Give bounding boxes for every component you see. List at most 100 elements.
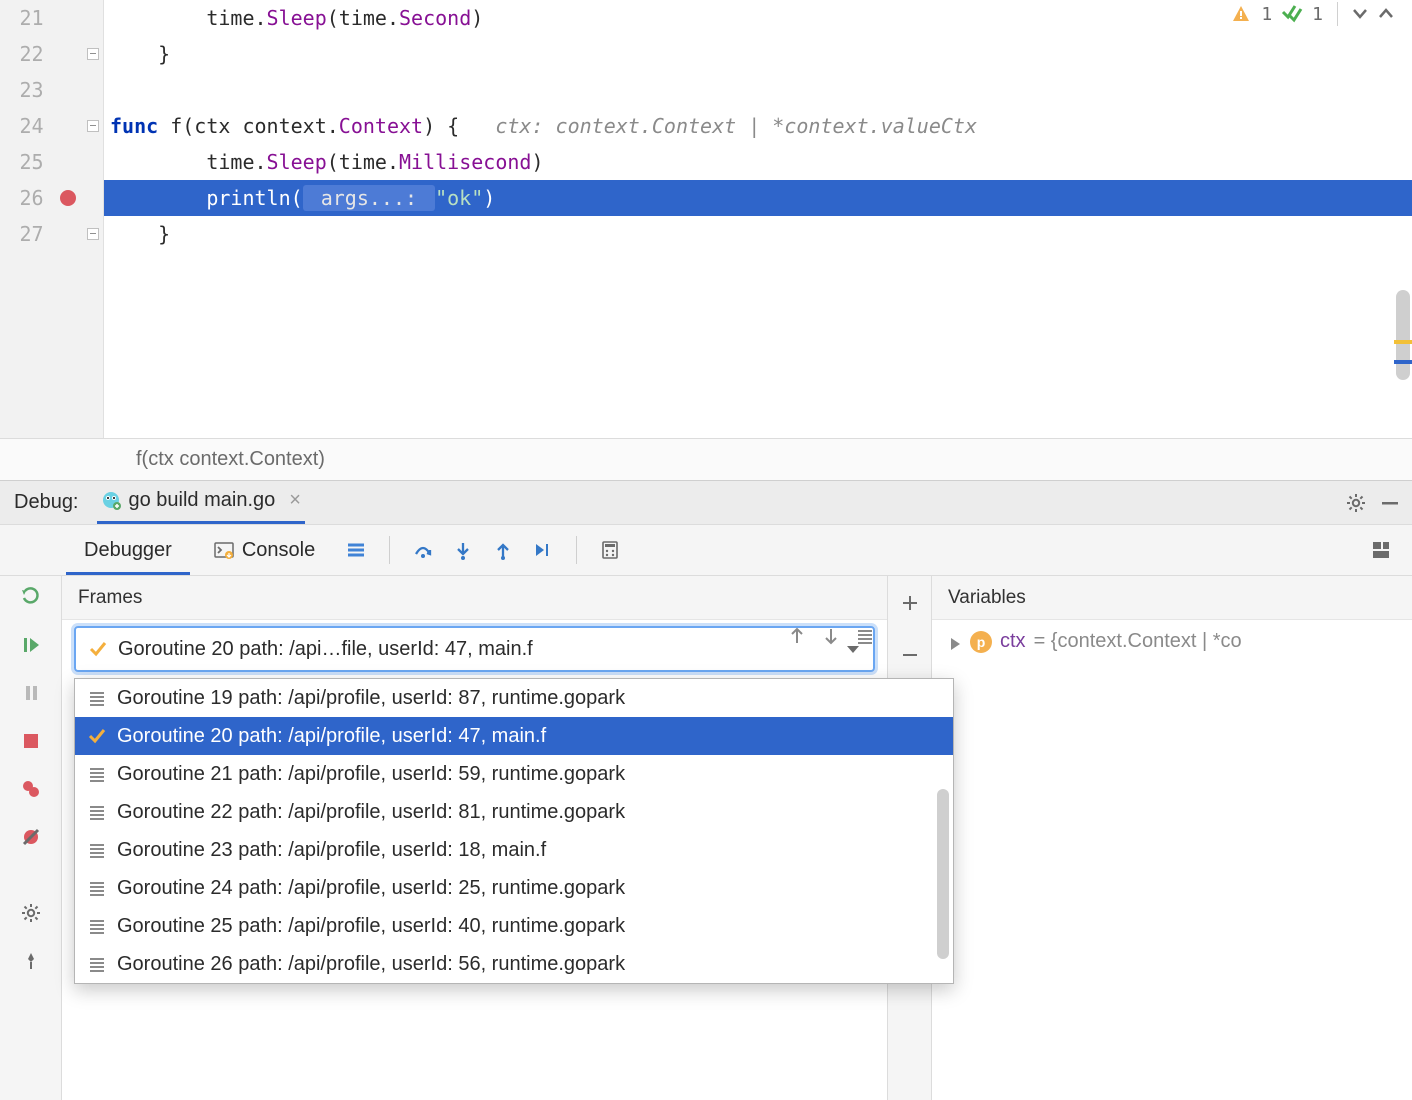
goroutine-option[interactable]: Goroutine 23 path: /api/profile, userId:… xyxy=(75,831,953,869)
code-line[interactable]: println( args...: "ok") xyxy=(104,180,1412,216)
threads-button[interactable] xyxy=(339,533,373,567)
run-to-cursor-icon xyxy=(533,540,553,560)
checkmark-icon xyxy=(87,726,107,746)
stack-icon xyxy=(87,688,107,708)
fold-icon[interactable] xyxy=(87,48,99,60)
breakpoint-icon[interactable] xyxy=(60,190,76,206)
rerun-icon xyxy=(21,587,41,607)
breakpoints-button[interactable] xyxy=(14,772,48,806)
pass-count: 1 xyxy=(1312,4,1323,25)
run-config-tab[interactable]: go build main.go × xyxy=(97,481,305,524)
line-number: 27 xyxy=(0,216,50,252)
layout-icon xyxy=(1371,540,1391,560)
gopher-icon xyxy=(101,490,121,510)
stack-icon xyxy=(87,840,107,860)
step-into-button[interactable] xyxy=(446,533,480,567)
checkmark-icon xyxy=(1282,4,1302,24)
dropdown-scrollbar[interactable] xyxy=(937,789,949,959)
breakpoint-gutter[interactable] xyxy=(50,190,88,206)
goroutine-option[interactable]: Goroutine 25 path: /api/profile, userId:… xyxy=(75,907,953,945)
next-frame-button[interactable] xyxy=(821,626,841,646)
expand-icon[interactable] xyxy=(946,634,962,650)
inspection-widget[interactable]: 1 1 xyxy=(1231,2,1394,26)
pause-icon xyxy=(21,683,41,703)
calculator-icon xyxy=(600,540,620,560)
stack-icon xyxy=(87,802,107,822)
goroutine-option[interactable]: Goroutine 20 path: /api/profile, userId:… xyxy=(75,717,953,755)
code-line[interactable]: time.Sleep(time.Second) xyxy=(104,0,1412,36)
fold-icon[interactable] xyxy=(87,120,99,132)
step-into-icon xyxy=(453,540,473,560)
code-line[interactable]: time.Sleep(time.Millisecond) xyxy=(104,144,1412,180)
frame-filter-button[interactable] xyxy=(855,626,875,646)
resume-icon xyxy=(21,635,41,655)
pin-icon xyxy=(21,951,41,971)
gutter: 21 22 23 24 25 26 xyxy=(0,0,104,438)
line-number: 26 xyxy=(0,180,50,216)
step-out-button[interactable] xyxy=(486,533,520,567)
settings-button[interactable] xyxy=(14,896,48,930)
frames-pane: Frames Goroutine 20 path: /api…file, use… xyxy=(62,576,888,1100)
goroutine-dropdown[interactable]: Goroutine 19 path: /api/profile, userId:… xyxy=(74,678,954,984)
goroutine-option[interactable]: Goroutine 22 path: /api/profile, userId:… xyxy=(75,793,953,831)
pin-button[interactable] xyxy=(14,944,48,978)
close-tab-icon[interactable]: × xyxy=(283,489,301,512)
param-badge-icon: p xyxy=(970,631,992,653)
console-icon xyxy=(214,540,234,560)
chevron-up-icon[interactable] xyxy=(1378,6,1394,22)
breadcrumb[interactable]: f(ctx context.Context) xyxy=(0,438,1412,480)
gear-icon[interactable] xyxy=(1346,493,1366,513)
stop-button[interactable] xyxy=(14,724,48,758)
warning-icon xyxy=(1231,4,1251,24)
stack-icon xyxy=(87,954,107,974)
minus-icon xyxy=(900,645,920,665)
tab-debugger[interactable]: Debugger xyxy=(66,525,190,575)
goroutine-option[interactable]: Goroutine 24 path: /api/profile, userId:… xyxy=(75,869,953,907)
mute-icon xyxy=(21,827,41,847)
add-watch-button[interactable] xyxy=(893,586,927,620)
line-number: 21 xyxy=(0,0,50,36)
step-over-button[interactable] xyxy=(406,533,440,567)
variables-pane: Variables p ctx = {context.Context | *co xyxy=(932,576,1412,1100)
gear-icon xyxy=(21,903,41,923)
chevron-down-icon[interactable] xyxy=(1352,6,1368,22)
code-line[interactable] xyxy=(104,72,1412,108)
step-out-icon xyxy=(493,540,513,560)
debug-toolwindow-header: Debug: go build main.go × xyxy=(0,480,1412,524)
debugger-toolbar: Debugger Console xyxy=(0,524,1412,576)
goroutine-option[interactable]: Goroutine 19 path: /api/profile, userId:… xyxy=(75,679,953,717)
remove-watch-button[interactable] xyxy=(893,638,927,672)
code-editor[interactable]: 21 22 23 24 25 26 xyxy=(0,0,1412,438)
checkmark-icon xyxy=(88,639,108,659)
goroutine-option[interactable]: Goroutine 21 path: /api/profile, userId:… xyxy=(75,755,953,793)
tab-console[interactable]: Console xyxy=(196,525,333,575)
mute-breakpoints-button[interactable] xyxy=(14,820,48,854)
stack-icon xyxy=(87,878,107,898)
threads-icon xyxy=(346,540,366,560)
layout-button[interactable] xyxy=(1364,533,1398,567)
prev-frame-button[interactable] xyxy=(787,626,807,646)
stop-icon xyxy=(21,731,41,751)
code-area[interactable]: time.Sleep(time.Second) } func f(ctx cont… xyxy=(104,0,1412,438)
variable-row[interactable]: p ctx = {context.Context | *co xyxy=(946,630,1398,653)
goroutine-selector[interactable]: Goroutine 20 path: /api…file, userId: 47… xyxy=(74,626,875,672)
rerun-button[interactable] xyxy=(14,580,48,614)
resume-button[interactable] xyxy=(14,628,48,662)
goroutine-option[interactable]: Goroutine 26 path: /api/profile, userId:… xyxy=(75,945,953,983)
code-line[interactable]: } xyxy=(104,216,1412,252)
variable-name: ctx xyxy=(1000,630,1026,653)
minimize-icon[interactable] xyxy=(1380,493,1400,513)
code-line[interactable]: } xyxy=(104,36,1412,72)
evaluate-button[interactable] xyxy=(593,533,627,567)
line-number: 22 xyxy=(0,36,50,72)
variable-value: = {context.Context | *co xyxy=(1034,630,1242,653)
run-to-cursor-button[interactable] xyxy=(526,533,560,567)
fold-icon[interactable] xyxy=(87,228,99,240)
plus-icon xyxy=(900,593,920,613)
pause-button[interactable] xyxy=(14,676,48,710)
code-line[interactable]: func f(ctx context.Context) { ctx: conte… xyxy=(104,108,1412,144)
stack-icon xyxy=(87,916,107,936)
debug-label: Debug: xyxy=(14,491,79,514)
stack-icon xyxy=(87,764,107,784)
variables-title: Variables xyxy=(932,576,1412,620)
